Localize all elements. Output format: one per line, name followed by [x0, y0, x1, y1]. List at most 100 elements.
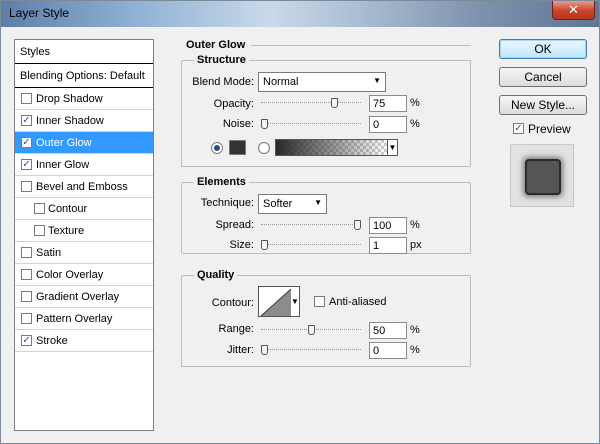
technique-dropdown[interactable]: Softer ▼ — [258, 194, 327, 214]
anti-aliased-checkbox[interactable] — [314, 296, 325, 307]
window-title: Layer Style — [9, 6, 70, 20]
slider-thumb[interactable] — [261, 240, 268, 250]
noise-label: Noise: — [222, 118, 254, 130]
slider-thumb[interactable] — [261, 345, 268, 355]
preview-thumbnail — [527, 161, 559, 193]
style-checkbox[interactable] — [21, 247, 32, 258]
style-checkbox[interactable] — [34, 203, 45, 214]
style-item-label: Contour — [48, 203, 88, 215]
styles-header[interactable]: Styles — [15, 40, 153, 64]
blend-mode-value: Normal — [263, 76, 299, 88]
style-item[interactable]: Color Overlay — [15, 264, 153, 286]
anti-aliased-label: Anti-aliased — [329, 296, 387, 308]
style-checkbox[interactable] — [21, 269, 32, 280]
opacity-unit: % — [410, 97, 420, 109]
spread-input[interactable]: 100 — [369, 217, 407, 234]
style-item-label: Texture — [48, 225, 85, 237]
style-item-label: Color Overlay — [36, 269, 104, 281]
chevron-down-icon: ▼ — [314, 198, 322, 207]
cancel-button[interactable]: Cancel — [499, 67, 587, 87]
slider-thumb[interactable] — [308, 325, 315, 335]
slider-track — [261, 349, 361, 350]
range-slider[interactable] — [261, 325, 361, 335]
size-unit: px — [410, 239, 422, 251]
slider-thumb[interactable] — [354, 220, 361, 230]
ok-button[interactable]: OK — [499, 39, 587, 59]
style-item-label: Outer Glow — [36, 137, 92, 149]
chevron-down-icon: ▼ — [373, 76, 381, 85]
opacity-label: Opacity: — [213, 98, 254, 110]
style-checkbox[interactable] — [21, 335, 32, 346]
slider-track — [261, 244, 361, 245]
section-title: Outer Glow — [186, 39, 246, 51]
style-checkbox[interactable] — [21, 137, 32, 148]
style-item[interactable]: Inner Shadow — [15, 110, 153, 132]
size-input[interactable]: 1 — [369, 237, 407, 254]
layer-style-dialog: Layer Style ✕ Styles Blending Options: D… — [0, 0, 600, 444]
range-input[interactable]: 50 — [369, 322, 407, 339]
elements-title: Elements — [194, 176, 249, 188]
style-item[interactable]: Contour — [15, 198, 153, 220]
spread-unit: % — [410, 219, 420, 231]
glow-color-swatch[interactable] — [229, 140, 246, 155]
contour-curve-icon — [261, 289, 291, 316]
style-checkbox[interactable] — [21, 159, 32, 170]
style-item-label: Gradient Overlay — [36, 291, 120, 303]
structure-title: Structure — [194, 54, 249, 66]
style-item-label: Bevel and Emboss — [36, 181, 128, 193]
noise-input[interactable]: 0 — [369, 116, 407, 133]
blend-mode-dropdown[interactable]: Normal ▼ — [258, 72, 386, 92]
style-item[interactable]: Outer Glow — [15, 132, 153, 154]
opacity-slider[interactable] — [261, 98, 361, 108]
preview-checkbox[interactable] — [513, 123, 524, 134]
style-checkbox[interactable] — [21, 181, 32, 192]
contour-label: Contour: — [211, 297, 254, 309]
range-label: Range: — [218, 323, 254, 335]
style-item[interactable]: Drop Shadow — [15, 88, 153, 110]
style-item[interactable]: Inner Glow — [15, 154, 153, 176]
jitter-input[interactable]: 0 — [369, 342, 407, 359]
opacity-input[interactable]: 75 — [369, 95, 407, 112]
jitter-label: Jitter: — [227, 344, 254, 356]
style-checkbox[interactable] — [21, 313, 32, 324]
style-item[interactable]: Satin — [15, 242, 153, 264]
slider-track — [261, 102, 361, 103]
style-checkbox[interactable] — [21, 115, 32, 126]
style-item-label: Drop Shadow — [36, 93, 103, 105]
new-style-button[interactable]: New Style... — [499, 95, 587, 115]
contour-picker[interactable]: ▼ — [258, 286, 300, 317]
gradient-preview[interactable] — [275, 139, 388, 156]
blending-options-item[interactable]: Blending Options: Default — [15, 64, 153, 88]
style-item[interactable]: Gradient Overlay — [15, 286, 153, 308]
size-slider[interactable] — [261, 240, 361, 250]
slider-track — [261, 123, 361, 124]
style-item[interactable]: Pattern Overlay — [15, 308, 153, 330]
solid-color-radio[interactable] — [211, 142, 223, 154]
jitter-unit: % — [410, 344, 420, 356]
style-checkbox[interactable] — [34, 225, 45, 236]
jitter-slider[interactable] — [261, 345, 361, 355]
gradient-radio[interactable] — [258, 142, 270, 154]
style-item[interactable]: Stroke — [15, 330, 153, 352]
title-bar[interactable]: Layer Style ✕ — [1, 1, 599, 27]
technique-label: Technique: — [200, 197, 254, 209]
style-checkbox[interactable] — [21, 291, 32, 302]
style-item[interactable]: Texture — [15, 220, 153, 242]
slider-thumb[interactable] — [261, 119, 268, 129]
chevron-down-icon[interactable]: ▼ — [291, 297, 299, 306]
slider-thumb[interactable] — [331, 98, 338, 108]
noise-slider[interactable] — [261, 119, 361, 129]
range-unit: % — [410, 324, 420, 336]
style-item-label: Inner Shadow — [36, 115, 104, 127]
style-preview — [510, 144, 574, 207]
close-button[interactable]: ✕ — [552, 1, 595, 20]
style-item-label: Inner Glow — [36, 159, 90, 171]
chevron-down-icon[interactable]: ▼ — [387, 139, 398, 156]
slider-track — [261, 224, 361, 225]
quality-title: Quality — [194, 269, 238, 281]
style-checkbox[interactable] — [21, 93, 32, 104]
style-item[interactable]: Bevel and Emboss — [15, 176, 153, 198]
spread-slider[interactable] — [261, 220, 361, 230]
style-item-label: Satin — [36, 247, 62, 259]
blend-mode-label: Blend Mode: — [192, 76, 254, 88]
